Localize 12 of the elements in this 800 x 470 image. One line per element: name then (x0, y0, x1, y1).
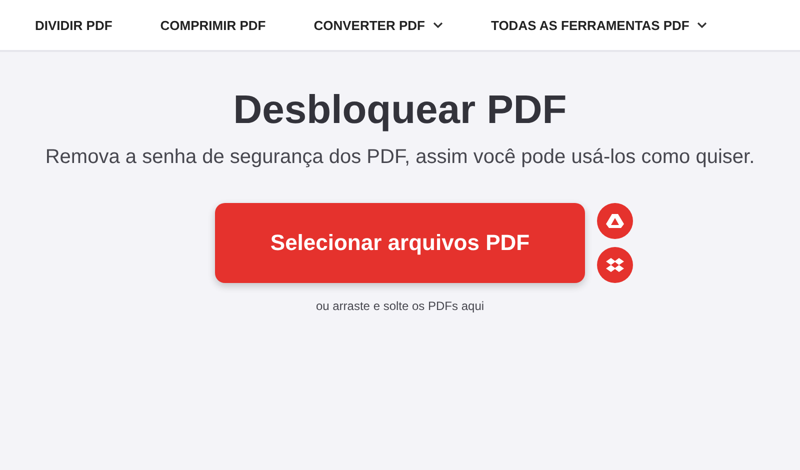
nav-link[interactable]: CONVERTER PDF (314, 18, 443, 32)
page-title: Desbloquear PDF (233, 88, 567, 133)
dropbox-button[interactable] (597, 247, 633, 283)
nav-link[interactable]: COMPRIMIR PDF (160, 18, 266, 32)
nav-link[interactable]: DIVIDIR PDF (35, 18, 112, 32)
drive-button[interactable] (597, 203, 633, 239)
drop-hint: ou arraste e solte os PDFs aqui (316, 299, 484, 313)
dropbox-icon (606, 257, 624, 273)
select-files-button[interactable]: Selecionar arquivos PDF (215, 203, 585, 283)
drive-icon (606, 213, 624, 229)
page-subtitle: Remova a senha de segurança dos PDF, assim você pode usá-los como quiser. (44, 145, 756, 170)
nav-link[interactable]: TODAS AS FERRAMENTAS PDF (490, 18, 708, 32)
